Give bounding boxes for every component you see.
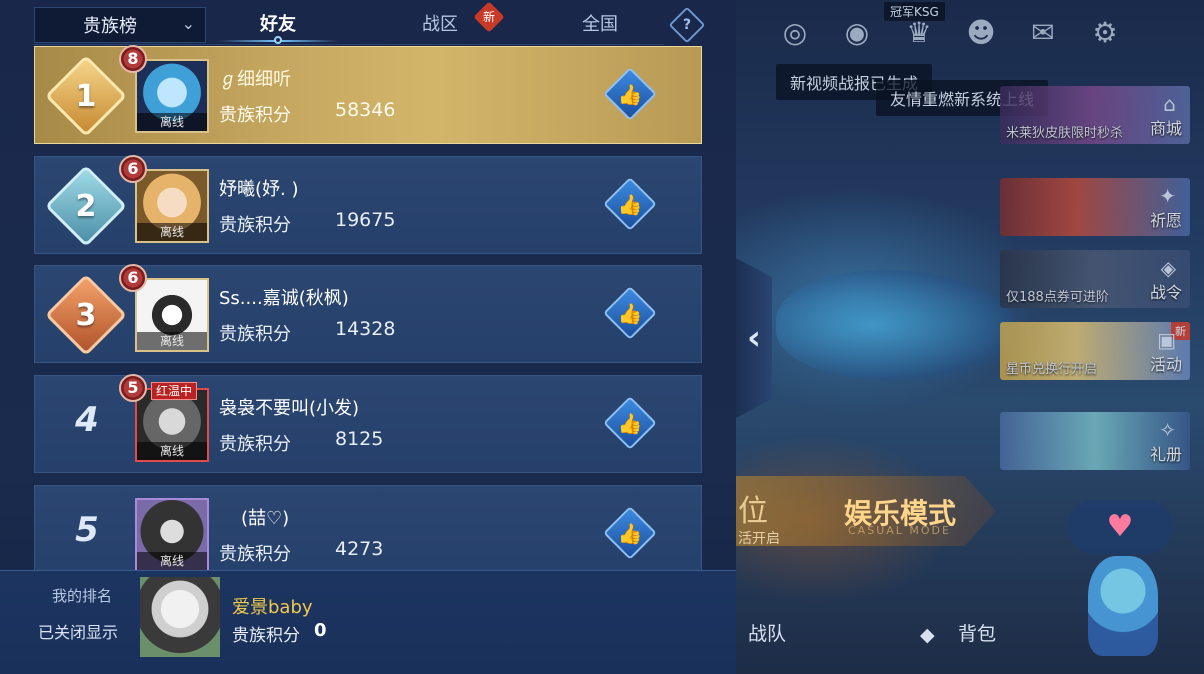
avatar[interactable]: 离线: [135, 278, 209, 352]
points-label: 贵族积分: [219, 434, 291, 455]
leaderboard-row[interactable]: 2 离线 6 妤曦(妤. ) 贵族积分 19675 👍: [34, 155, 702, 254]
points-value: 14328: [335, 318, 396, 340]
leaderboard-row[interactable]: 4 离线 5 红温中 袅袅不要叫(小发) 贵族积分 8125 👍: [34, 374, 702, 473]
help-icon[interactable]: ?: [668, 6, 706, 44]
eye-icon[interactable]: ◉: [838, 14, 876, 52]
chevron-down-icon: ⌄: [181, 14, 195, 33]
level-badge: 6: [119, 155, 147, 183]
tab-friends[interactable]: 好友: [218, 10, 338, 44]
leaderboard-header: 贵族榜 ⌄ 好友 战区 新 全国 ?: [0, 0, 736, 46]
active-tab-dot: [274, 36, 282, 44]
avatar[interactable]: 离线: [135, 59, 209, 133]
bronze-medal-icon: 3: [44, 273, 128, 357]
pass-icon: ◈: [1160, 256, 1176, 280]
backpack-button[interactable]: 背包: [958, 619, 996, 646]
shop-icon: ⌂: [1163, 92, 1176, 116]
champion-tag: 冠军KSG: [884, 2, 945, 21]
player-name[interactable]: 袅袅不要叫(小发): [219, 394, 359, 420]
points-label: 贵族积分: [219, 105, 291, 126]
leaderboard-row[interactable]: 3 离线 6 Ss....嘉诚(秋枫) 贵族积分 14328 👍: [34, 264, 702, 363]
online-status: 离线: [137, 223, 207, 241]
record-icon[interactable]: ◎: [776, 14, 814, 52]
my-rank-status: 已关闭显示: [38, 623, 119, 642]
team-button[interactable]: 战队: [748, 619, 786, 646]
points-value: 4273: [335, 538, 384, 560]
rank-number: 4: [75, 400, 99, 440]
lobby-bottom-bar: 战队 ◆ 背包: [736, 586, 1204, 674]
online-status: 离线: [137, 442, 207, 460]
pass-card[interactable]: ◈ 仅188点券可进阶 战令: [1000, 250, 1190, 308]
player-name[interactable]: (喆♡): [241, 504, 289, 530]
player-name[interactable]: Ss....嘉诚(秋枫): [219, 284, 349, 310]
my-rank-footer: 我的排名 已关闭显示 爱景baby 贵族积分 0: [0, 570, 736, 674]
tab-zone[interactable]: 战区 新: [400, 1, 505, 36]
camera-icon: ▣: [1157, 328, 1176, 352]
points-label: 贵族积分: [219, 215, 291, 236]
online-status: 离线: [137, 552, 207, 570]
level-badge: 6: [119, 264, 147, 292]
level-badge: 8: [119, 45, 147, 73]
rank-number: 5: [75, 510, 99, 550]
leaderboard-panel: 贵族榜 ⌄ 好友 战区 新 全国 ? 1 离线 8 ℊ细细听 贵族积分 5834…: [0, 0, 736, 674]
points-label: 贵族积分: [219, 324, 291, 345]
wish-card[interactable]: ✦ 祈愿: [1000, 178, 1190, 236]
leaderboard-row[interactable]: 5 离线 (喆♡) 贵族积分 4273 👍: [34, 485, 702, 583]
event-card[interactable]: 新 ▣ 星币兑换行开启 活动: [1000, 322, 1190, 380]
status-tag: 红温中: [151, 382, 198, 400]
collapse-panel-button[interactable]: ‹: [736, 258, 772, 418]
shop-card[interactable]: ⌂ 米莱狄皮肤限时秒杀 商城: [1000, 86, 1190, 144]
my-rank-title: 我的排名: [52, 587, 113, 605]
points-label: 贵族积分: [232, 626, 300, 646]
lobby-top-icons: ◎ ◉ ♛ ☻ ✉ ⚙: [776, 14, 1124, 52]
casual-mode-banner[interactable]: 位 活开启 娱乐模式 CASUAL MODE: [736, 476, 996, 546]
new-badge: 新: [473, 1, 505, 33]
level-badge: 5: [119, 374, 147, 402]
sparkle-icon: ✧: [1159, 418, 1176, 442]
leaderboard-row[interactable]: 1 离线 8 ℊ细细听 贵族积分 58346 👍: [34, 45, 702, 144]
silver-medal-icon: 2: [44, 164, 128, 248]
avatar[interactable]: [140, 577, 220, 657]
online-status: 离线: [137, 332, 207, 350]
tab-national[interactable]: 全国: [560, 10, 640, 36]
thumbs-up-icon[interactable]: 👍: [603, 396, 657, 450]
backpack-icon[interactable]: ◆: [920, 624, 935, 646]
gold-medal-icon: 1: [44, 54, 128, 138]
mail-icon[interactable]: ✉: [1024, 14, 1062, 52]
gift-book-card[interactable]: ✧ 礼册: [1000, 412, 1190, 470]
lobby-background: ◎ ◉ ♛ ☻ ✉ ⚙ 冠军KSG 新视频战报已生成 友情重燃新系统上线 ⌂ 米…: [736, 0, 1204, 674]
points-value: 0: [314, 620, 327, 641]
avatar[interactable]: 离线: [135, 169, 209, 243]
gear-icon[interactable]: ⚙: [1086, 14, 1124, 52]
points-value: 58346: [335, 99, 396, 121]
whale-artwork: [776, 270, 1016, 380]
chevron-left-icon: ‹: [746, 318, 761, 358]
star-icon: ✦: [1159, 184, 1176, 208]
friends-icon[interactable]: ☻: [962, 14, 1000, 52]
thumbs-up-icon[interactable]: 👍: [603, 506, 657, 560]
thumbs-up-icon[interactable]: 👍: [603, 286, 657, 340]
ranking-type-select[interactable]: 贵族榜 ⌄: [34, 7, 206, 43]
thumbs-up-icon[interactable]: 👍: [603, 177, 657, 231]
points-label: 贵族积分: [219, 544, 291, 565]
points-value: 8125: [335, 428, 384, 450]
heart-icon[interactable]: ♥: [1068, 500, 1172, 554]
player-name[interactable]: ℊ细细听: [219, 65, 291, 91]
thumbs-up-icon[interactable]: 👍: [603, 67, 657, 121]
my-player-name: 爱景baby: [232, 597, 313, 618]
points-value: 19675: [335, 209, 396, 231]
online-status: 离线: [137, 113, 207, 131]
player-name[interactable]: 妤曦(妤. ): [219, 175, 299, 201]
avatar[interactable]: 离线: [135, 498, 209, 572]
